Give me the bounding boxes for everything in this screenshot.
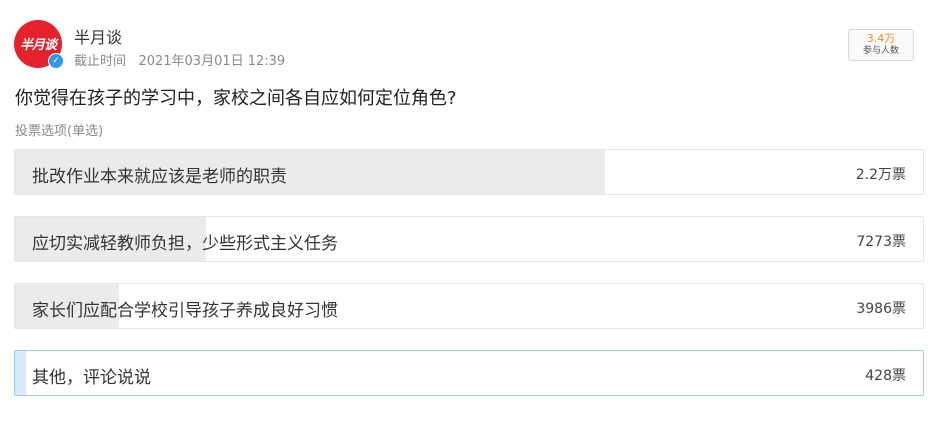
avatar-logo-text: 半月谈 (19, 38, 57, 53)
participants-count: 3.4万 (866, 32, 896, 45)
poll-option-votes: 3986票 (856, 301, 906, 317)
post-header: 半月谈 ✓ 半月谈 截止时间 2021年03月01日 12:39 3.4万 参与… (14, 20, 924, 72)
poll-option-label: 应切实减轻教师负担，少些形式主义任务 (32, 234, 338, 254)
poll-vote-type: 投票选项(单选) (15, 124, 104, 139)
poll-question: 你觉得在孩子的学习中，家校之间各自应如何定位角色? (15, 88, 457, 109)
deadline-value: 2021年03月01日 12:39 (138, 54, 286, 69)
poll-option-votes: 7273票 (856, 234, 906, 250)
participants-label: 参与人数 (862, 46, 899, 56)
poll-option-label: 家长们应配合学校引导孩子养成良好习惯 (32, 301, 338, 321)
poll-option-votes: 428票 (865, 368, 906, 384)
poll-option[interactable]: 家长们应配合学校引导孩子养成良好习惯 3986票 (14, 283, 924, 329)
poll-options: 批改作业本来就应该是老师的职责 2.2万票 应切实减轻教师负担，少些形式主义任务… (14, 149, 924, 417)
verified-badge-icon: ✓ (48, 53, 64, 69)
poll-option[interactable]: 批改作业本来就应该是老师的职责 2.2万票 (14, 149, 924, 195)
author-name[interactable]: 半月谈 (74, 24, 122, 48)
poll-option-votes: 2.2万票 (855, 167, 906, 183)
poll-option-label: 其他，评论说说 (32, 368, 151, 388)
poll-option[interactable]: 应切实减轻教师负担，少些形式主义任务 7273票 (14, 216, 924, 262)
participants-badge: 3.4万 参与人数 (848, 29, 914, 61)
poll-option[interactable]: 其他，评论说说 428票 (14, 350, 924, 396)
poll-option-label: 批改作业本来就应该是老师的职责 (32, 167, 287, 187)
deadline-label: 截止时间 (74, 54, 127, 69)
poll-deadline: 截止时间 2021年03月01日 12:39 (74, 50, 285, 69)
poll-option-result-bar (15, 351, 26, 395)
